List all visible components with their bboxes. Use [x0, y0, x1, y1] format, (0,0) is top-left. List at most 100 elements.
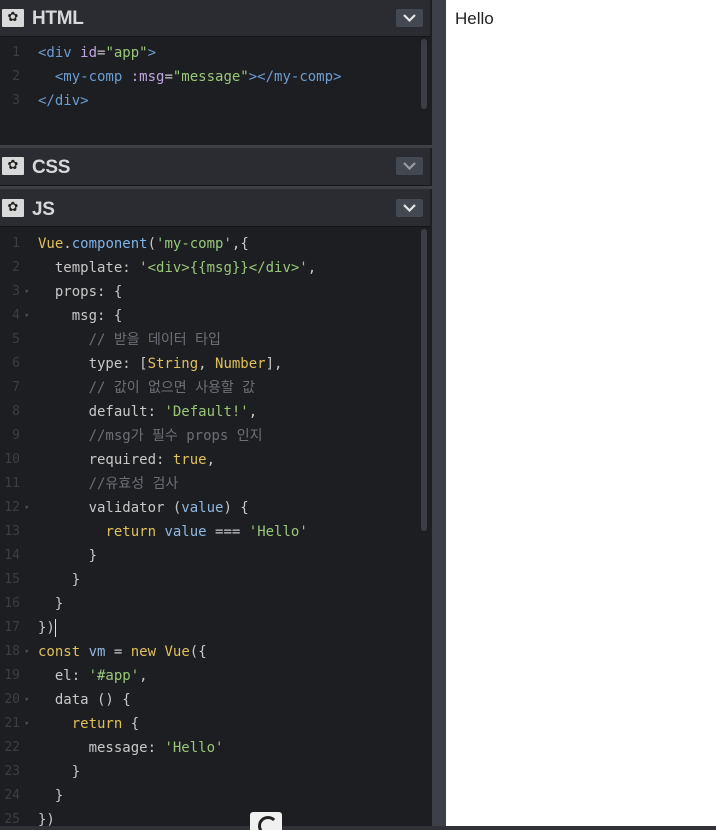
code-line[interactable]: 2 template: '<div>{{msg}}</div>',	[0, 256, 420, 280]
code-text: }	[38, 784, 63, 808]
code-text: message: 'Hello'	[38, 736, 224, 760]
code-line[interactable]: 18 ▾ const vm = new Vue({	[0, 640, 420, 664]
code-token: =	[164, 69, 173, 85]
code-token: ],	[265, 356, 283, 372]
code-line[interactable]: 17})	[0, 616, 420, 640]
code-line[interactable]: 3 ▾ props: {	[0, 280, 420, 304]
js-code-editor[interactable]: 1 Vue.component('my-comp',{2 template: '<…	[0, 227, 430, 826]
code-token: ,	[206, 452, 216, 468]
code-line[interactable]: 22 message: 'Hello'	[0, 736, 420, 760]
code-text: <my-comp :msg="message"></my-comp>	[38, 65, 342, 89]
code-line[interactable]: 4 ▾ msg: {	[0, 304, 420, 328]
code-token: props: {	[38, 284, 123, 300]
code-token: value	[164, 524, 207, 540]
code-line[interactable]: 10 required: true,	[0, 448, 420, 472]
code-line[interactable]: 24 }	[0, 784, 420, 808]
code-token: (	[147, 236, 157, 252]
code-line[interactable]: 2 <my-comp :msg="message"></my-comp>	[0, 65, 420, 89]
line-number: 14	[4, 548, 20, 563]
code-line[interactable]: 11 //유효성 검사	[0, 472, 420, 496]
code-line[interactable]: 23 }	[0, 760, 420, 784]
code-token: 'Default!'	[164, 404, 249, 420]
gear-icon[interactable]: ✿	[2, 157, 24, 175]
code-line[interactable]: 20 ▾ data () {	[0, 688, 420, 712]
html-editor-scrollbar[interactable]	[421, 39, 427, 109]
code-line[interactable]: 25})	[0, 808, 420, 826]
code-token: id	[80, 45, 98, 61]
code-token: }	[38, 596, 64, 612]
code-token: </my-comp>	[257, 69, 342, 85]
code-token: type: [	[38, 356, 148, 372]
code-line[interactable]: 16 }	[0, 592, 420, 616]
code-line[interactable]: 5 // 받을 데이터 타입	[0, 328, 420, 352]
code-token: })	[38, 812, 55, 826]
chevron-down-icon	[403, 14, 416, 22]
gear-icon[interactable]: ✿	[2, 9, 24, 27]
gear-icon[interactable]: ✿	[2, 199, 24, 217]
code-line[interactable]: 14 }	[0, 544, 420, 568]
fold-toggle-icon[interactable]: ▾	[24, 688, 29, 712]
code-text: }	[38, 568, 80, 592]
fold-toggle-icon[interactable]: ▾	[24, 712, 29, 736]
code-token: '#app'	[88, 668, 140, 684]
code-token: })	[38, 620, 55, 636]
js-panel-header[interactable]: ✿ JS	[0, 189, 430, 227]
code-token: >	[147, 45, 157, 61]
code-token: const	[38, 644, 81, 660]
code-line[interactable]: 7 // 값이 없으면 사용할 값	[0, 376, 420, 400]
code-line[interactable]: 1 Vue.component('my-comp',{	[0, 232, 420, 256]
css-panel-title: CSS	[32, 157, 71, 178]
code-token: }	[38, 548, 98, 564]
code-line[interactable]: 13 return value === 'Hello'	[0, 520, 420, 544]
collapse-html-button[interactable]	[396, 9, 423, 27]
js-editor-scrollbar[interactable]	[421, 229, 427, 531]
fold-toggle-icon[interactable]: ▾	[24, 280, 29, 304]
html-panel-header[interactable]: ✿ HTML	[0, 0, 430, 37]
code-token: ,	[198, 356, 216, 372]
line-number: 2	[12, 69, 20, 84]
line-number: 17	[4, 620, 20, 635]
code-token: Number	[215, 356, 266, 372]
code-line[interactable]: 6 type: [String, Number],	[0, 352, 420, 376]
code-line[interactable]: 1 <div id="app">	[0, 41, 420, 65]
code-text: })	[38, 616, 56, 640]
code-line[interactable]: 15 }	[0, 568, 420, 592]
line-number: 25	[4, 812, 20, 826]
fold-toggle-icon[interactable]: ▾	[24, 640, 29, 664]
html-code-editor[interactable]: 1 <div id="app"> 2 <my-comp :msg="message"…	[0, 37, 430, 145]
css-panel-header[interactable]: ✿ CSS	[0, 148, 430, 186]
code-text: const vm = new Vue({	[38, 640, 207, 664]
fold-toggle-icon[interactable]: ▾	[24, 496, 29, 520]
code-line[interactable]: 3 </div>	[0, 89, 420, 113]
collapse-js-button[interactable]	[396, 199, 423, 217]
code-token: value	[181, 500, 224, 516]
pane-resize-gutter[interactable]	[432, 0, 446, 830]
code-line[interactable]: 19 el: '#app',	[0, 664, 420, 688]
code-token: //msg가 필수 props 인지	[38, 428, 263, 444]
line-number: 9	[12, 428, 20, 443]
logo-icon[interactable]	[250, 812, 282, 830]
line-number: 8	[12, 404, 20, 419]
line-number: 16	[4, 596, 20, 611]
code-line[interactable]: 21 ▾ return {	[0, 712, 420, 736]
code-token: data () {	[38, 692, 131, 708]
code-text: <div id="app">	[38, 41, 156, 65]
code-token: true	[172, 452, 207, 468]
code-line[interactable]: 8 default: 'Default!',	[0, 400, 420, 424]
collapse-css-button[interactable]	[396, 157, 423, 175]
code-token: </div>	[38, 93, 89, 109]
code-line[interactable]: 9 //msg가 필수 props 인지	[0, 424, 420, 448]
code-text: props: {	[38, 280, 122, 304]
text-cursor	[54, 619, 56, 637]
code-text: validator (value) {	[38, 496, 249, 520]
chevron-down-icon	[403, 162, 416, 170]
code-token: }	[38, 572, 81, 588]
line-number: 13	[4, 524, 20, 539]
fold-toggle-icon[interactable]: ▾	[24, 304, 29, 328]
js-panel-title: JS	[32, 199, 55, 220]
code-line[interactable]: 12 ▾ validator (value) {	[0, 496, 420, 520]
line-number: 1	[12, 45, 20, 60]
